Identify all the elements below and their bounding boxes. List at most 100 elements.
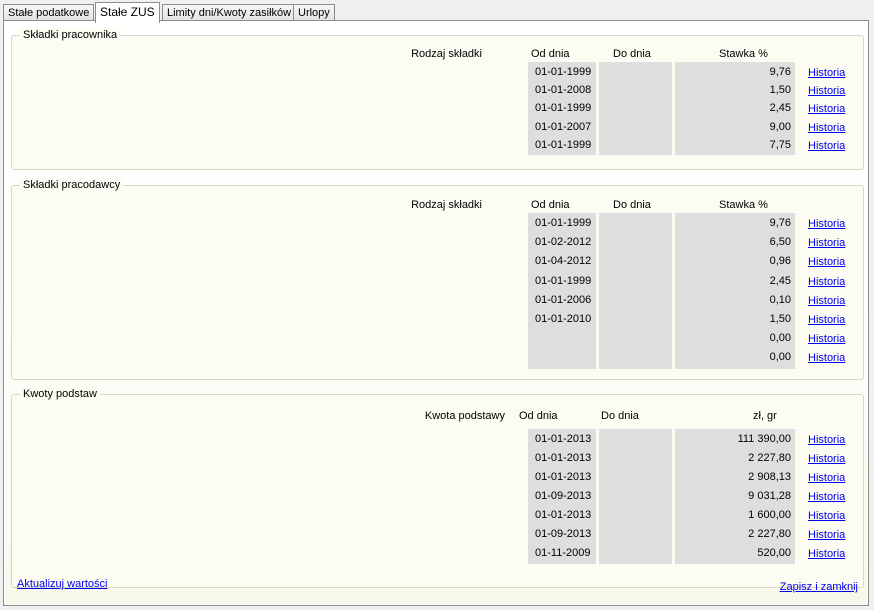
group-title: Składki pracodawcy	[20, 178, 124, 192]
do-dnia-field	[599, 525, 672, 543]
group-skladki-pracownika: Składki pracownika Rodzaj składki Od dnia…	[11, 28, 864, 170]
od-dnia-field: 01-01-2007	[535, 121, 592, 133]
value-field: 9,76	[769, 66, 791, 78]
tab-panel: Składki pracownika Rodzaj składki Od dnia…	[3, 20, 869, 606]
historia-link[interactable]: Historia	[808, 121, 845, 135]
do-dnia-field	[599, 310, 672, 328]
od-dnia-field: 01-09-2013	[535, 490, 592, 502]
historia-link[interactable]: Historia	[808, 547, 845, 561]
do-dnia-field	[599, 348, 672, 366]
od-dnia-field: 01-11-2009	[535, 547, 591, 559]
historia-link[interactable]: Historia	[808, 313, 845, 327]
value-field: 2,45	[769, 275, 791, 287]
od-dnia-field: 01-01-1999	[535, 102, 592, 114]
do-dnia-field	[599, 214, 672, 232]
value-field: 0,10	[769, 294, 791, 306]
historia-link[interactable]: Historia	[808, 255, 845, 269]
value-field: 6,50	[769, 236, 791, 248]
value-field: 9 031,28	[748, 490, 791, 502]
historia-link[interactable]: Historia	[808, 236, 845, 250]
od-dnia-field: 01-01-1999	[535, 139, 592, 151]
historia-link[interactable]: Historia	[808, 452, 845, 466]
do-dnia-field	[599, 63, 672, 81]
do-dnia-field	[599, 136, 672, 154]
do-dnia-field	[599, 506, 672, 524]
header-do-dnia: Do dnia	[601, 410, 639, 422]
group-skladki-pracodawcy: Składki pracodawcy Rodzaj składki Od dnia…	[11, 178, 864, 380]
value-field: 2,45	[769, 102, 791, 114]
do-dnia-field	[599, 468, 672, 486]
header-od-dnia: Od dnia	[531, 48, 570, 60]
od-dnia-field: 01-01-2013	[535, 433, 592, 445]
od-dnia-field: 01-09-2013	[535, 528, 592, 540]
header-value: Stawka %	[719, 199, 768, 211]
od-dnia-field: 01-02-2012	[535, 236, 592, 248]
update-values-link[interactable]: Aktualizuj wartości	[17, 578, 107, 591]
historia-link[interactable]: Historia	[808, 332, 845, 346]
od-dnia-field	[528, 348, 596, 366]
od-dnia-field: 01-01-2013	[535, 509, 592, 521]
historia-link[interactable]: Historia	[808, 275, 845, 289]
save-and-close-link[interactable]: Zapisz i zamknij	[780, 581, 858, 594]
value-field: 1,50	[769, 84, 791, 96]
od-dnia-field: 01-01-1999	[535, 275, 592, 287]
do-dnia-field	[599, 449, 672, 467]
group-title: Składki pracownika	[20, 28, 121, 42]
do-dnia-field	[599, 118, 672, 136]
historia-link[interactable]: Historia	[808, 84, 845, 98]
do-dnia-field	[599, 233, 672, 251]
value-field: 0,00	[769, 332, 791, 344]
tab-urlopy[interactable]: Urlopy	[293, 4, 335, 21]
tab-stale-podatkowe[interactable]: Stałe podatkowe	[3, 4, 95, 21]
historia-link[interactable]: Historia	[808, 351, 845, 365]
historia-link[interactable]: Historia	[808, 139, 845, 153]
header-value: zł, gr	[753, 410, 777, 422]
value-field: 9,76	[769, 217, 791, 229]
value-field: 2 227,80	[748, 528, 791, 540]
tab-stale-zus[interactable]: Stałe ZUS	[95, 2, 160, 23]
header-value: Stawka %	[719, 48, 768, 60]
od-dnia-field: 01-04-2012	[535, 255, 592, 267]
value-field: 7,75	[769, 139, 791, 151]
value-field: 0,00	[769, 351, 791, 363]
header-name: Kwota podstawy	[424, 410, 505, 422]
value-field: 1,50	[769, 313, 791, 325]
value-field: 520,00	[757, 547, 791, 559]
do-dnia-field	[599, 487, 672, 505]
do-dnia-field	[599, 430, 672, 448]
do-dnia-field	[599, 81, 672, 99]
header-od-dnia: Od dnia	[519, 410, 558, 422]
od-dnia-field: 01-01-2010	[535, 313, 592, 325]
od-dnia-field: 01-01-1999	[535, 217, 592, 229]
value-field: 2 908,13	[748, 471, 791, 483]
od-dnia-field: 01-01-2006	[535, 294, 592, 306]
do-dnia-field	[599, 272, 672, 290]
historia-link[interactable]: Historia	[808, 102, 845, 116]
header-do-dnia: Do dnia	[613, 48, 651, 60]
value-field: 111 390,00	[737, 433, 791, 445]
do-dnia-field	[599, 544, 672, 562]
od-dnia-field: 01-01-1999	[535, 66, 592, 78]
do-dnia-field	[599, 329, 672, 347]
tab-limity-dni[interactable]: Limity dni/Kwoty zasiłków	[162, 4, 297, 21]
historia-link[interactable]: Historia	[808, 66, 845, 80]
historia-link[interactable]: Historia	[808, 528, 845, 542]
historia-link[interactable]: Historia	[808, 217, 845, 231]
historia-link[interactable]: Historia	[808, 509, 845, 523]
historia-link[interactable]: Historia	[808, 490, 845, 504]
header-do-dnia: Do dnia	[613, 199, 651, 211]
od-dnia-field	[528, 329, 596, 347]
od-dnia-field: 01-01-2013	[535, 471, 592, 483]
header-name: Rodzaj składki	[411, 48, 482, 60]
value-field: 9,00	[769, 121, 791, 133]
header-od-dnia: Od dnia	[531, 199, 570, 211]
group-title: Kwoty podstaw	[20, 387, 100, 401]
historia-link[interactable]: Historia	[808, 471, 845, 485]
group-kwoty-podstaw: Kwoty podstaw Kwota podstawy Od dnia Do dn…	[11, 387, 864, 588]
historia-link[interactable]: Historia	[808, 294, 845, 308]
historia-link[interactable]: Historia	[808, 433, 845, 447]
do-dnia-field	[599, 291, 672, 309]
value-field: 1 600,00	[748, 509, 791, 521]
do-dnia-field	[599, 252, 672, 270]
header-name: Rodzaj składki	[411, 199, 482, 211]
